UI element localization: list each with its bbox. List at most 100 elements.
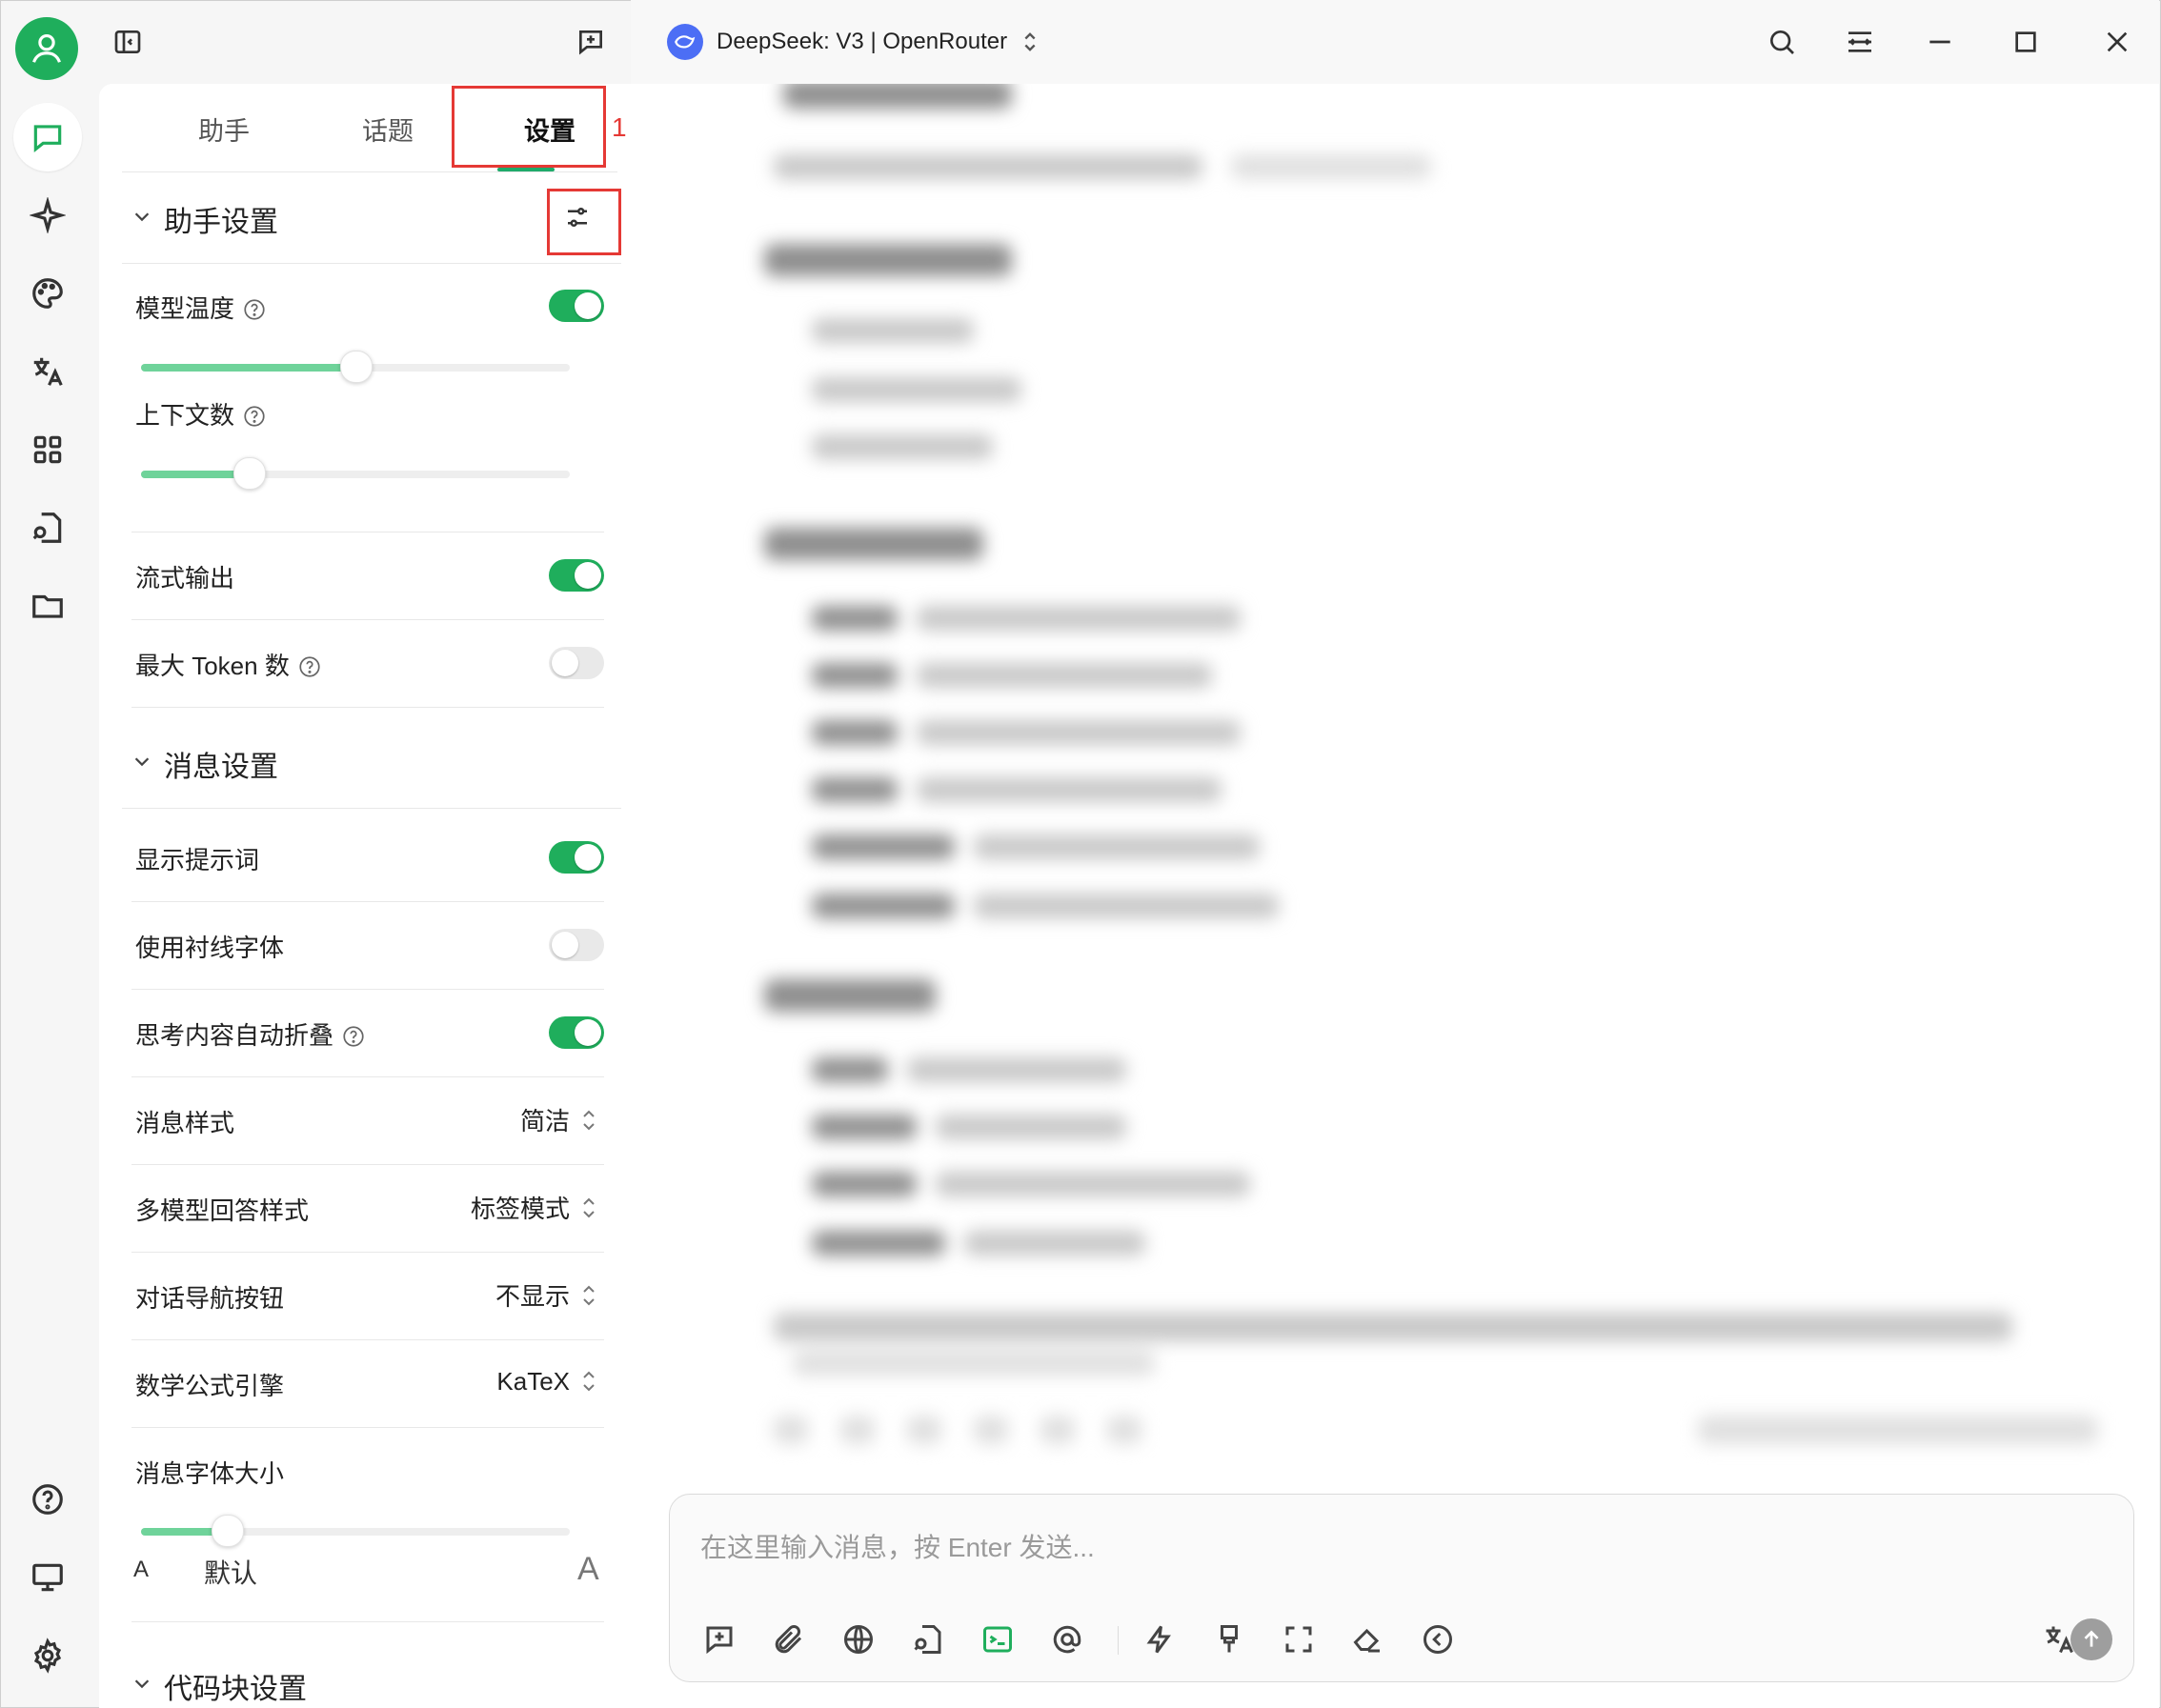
- nav-buttons-row: 对话导航按钮 不显示: [131, 1253, 604, 1340]
- expand-width-icon: [1848, 31, 1871, 52]
- nav-buttons-value: 不显示: [495, 1282, 570, 1311]
- rail-translate-button[interactable]: [13, 337, 82, 406]
- tab-assistants[interactable]: 助手: [198, 111, 250, 148]
- collapse-toolbar-button[interactable]: [1417, 1618, 1459, 1660]
- context-count-label: 上下文数: [135, 401, 235, 430]
- message-input[interactable]: 在这里输入消息，按 Enter 发送...: [700, 1527, 1095, 1565]
- nav-buttons-select[interactable]: 不显示: [495, 1277, 600, 1313]
- help-icon[interactable]: [341, 1024, 366, 1049]
- temperature-toggle[interactable]: [549, 290, 604, 322]
- fullscreen-button[interactable]: [1278, 1618, 1320, 1660]
- help-icon[interactable]: [242, 297, 267, 322]
- slider-thumb[interactable]: [212, 1515, 244, 1547]
- rail-paint-button[interactable]: [13, 259, 82, 328]
- close-icon: [2107, 31, 2128, 52]
- rail-apps-button[interactable]: [13, 415, 82, 484]
- avatar[interactable]: [15, 17, 78, 80]
- deepseek-logo-icon: [667, 24, 703, 60]
- web-search-button[interactable]: [838, 1618, 879, 1660]
- palette-icon: [32, 278, 63, 309]
- select-arrows-icon: [583, 1197, 595, 1217]
- knowledge-base-button[interactable]: [907, 1618, 949, 1660]
- message-style-value: 简洁: [519, 1107, 570, 1135]
- message-style-select[interactable]: 简洁: [520, 1102, 600, 1137]
- blurred-message-content: [631, 84, 2159, 1494]
- assistant-settings-title: 助手设置: [164, 207, 278, 238]
- toggle-knob: [575, 292, 601, 319]
- quick-phrases-button[interactable]: [1139, 1618, 1181, 1660]
- new-topic-tool-button[interactable]: [698, 1618, 740, 1660]
- multi-model-style-value: 标签模式: [470, 1195, 570, 1223]
- select-arrows-icon: [583, 1285, 595, 1305]
- max-tokens-toggle[interactable]: [549, 647, 604, 679]
- stream-output-toggle[interactable]: [549, 559, 604, 592]
- chevron-down-icon: [134, 1679, 150, 1689]
- attach-button[interactable]: [768, 1618, 810, 1660]
- font-size-row: 消息字体大小: [131, 1428, 604, 1515]
- rail-help-button[interactable]: [13, 1465, 82, 1534]
- stream-output-label: 流式输出: [135, 564, 235, 593]
- chevron-left-circle-icon: [1424, 1625, 1452, 1654]
- minimize-icon: [1929, 40, 1950, 44]
- show-prompt-row: 显示提示词: [131, 814, 604, 902]
- font-size-slider[interactable]: [141, 1515, 570, 1547]
- rail-display-button[interactable]: [13, 1543, 82, 1612]
- sidebar-toggle-button[interactable]: [103, 17, 152, 67]
- sidebar-collapse-icon: [114, 30, 141, 53]
- toolbar-divider: [1118, 1626, 1119, 1655]
- rail-knowledge-button[interactable]: [13, 493, 82, 562]
- serif-font-toggle[interactable]: [549, 929, 604, 961]
- brush-icon: [1221, 1625, 1238, 1653]
- chat-icon: [33, 125, 62, 152]
- slider-thumb[interactable]: [232, 457, 266, 490]
- fullscreen-icon: [1285, 1626, 1312, 1653]
- lightning-icon: [1146, 1625, 1171, 1654]
- max-tokens-label: 最大 Token 数: [135, 652, 290, 680]
- auto-collapse-thinking-toggle[interactable]: [549, 1016, 604, 1049]
- font-size-large-label: A: [577, 1551, 599, 1587]
- multi-model-style-row: 多模型回答样式 标签模式: [131, 1165, 604, 1253]
- code-block-settings-header[interactable]: 代码块设置: [122, 1638, 621, 1708]
- close-button[interactable]: [2092, 17, 2142, 67]
- annotation-box-1: [452, 86, 606, 168]
- rail-settings-button[interactable]: [13, 1621, 82, 1690]
- help-icon[interactable]: [242, 404, 267, 429]
- settings-panel: 助手 话题 设置 助手设置 模型温度 上下文数 流式输出 最大 Token 数: [99, 84, 632, 1708]
- maximize-icon: [2015, 31, 2036, 52]
- clear-context-button[interactable]: [1208, 1618, 1250, 1660]
- multi-model-style-select[interactable]: 标签模式: [471, 1190, 600, 1225]
- rail-chat-button[interactable]: [13, 103, 82, 171]
- select-arrows-icon: [1024, 32, 1036, 51]
- maximize-button[interactable]: [2001, 17, 2050, 67]
- folder-icon: [32, 594, 63, 618]
- context-count-slider[interactable]: [141, 457, 570, 490]
- new-topic-button[interactable]: [566, 17, 616, 67]
- minimize-button[interactable]: [1915, 17, 1965, 67]
- max-tokens-row: 最大 Token 数: [131, 620, 604, 708]
- mcp-tools-button[interactable]: [977, 1618, 1019, 1660]
- expand-button[interactable]: [1835, 17, 1885, 67]
- send-button[interactable]: [2070, 1618, 2112, 1660]
- message-settings-header[interactable]: 消息设置: [122, 716, 621, 809]
- clear-messages-button[interactable]: [1347, 1618, 1389, 1660]
- auto-collapse-thinking-label: 思考内容自动折叠: [135, 1021, 334, 1050]
- rail-files-button[interactable]: [13, 572, 82, 640]
- rail-agents-button[interactable]: [13, 181, 82, 250]
- temperature-label: 模型温度: [135, 294, 235, 323]
- terminal-icon: [983, 1626, 1012, 1653]
- search-button[interactable]: [1757, 17, 1807, 67]
- new-chat-icon: [706, 1626, 733, 1655]
- help-circle-icon: [32, 1484, 63, 1515]
- message-input-box: 在这里输入消息，按 Enter 发送...: [669, 1494, 2134, 1682]
- tab-topics[interactable]: 话题: [362, 111, 414, 148]
- math-engine-select[interactable]: KaTeX: [496, 1365, 600, 1397]
- help-icon[interactable]: [297, 654, 322, 679]
- mention-model-button[interactable]: [1046, 1618, 1088, 1660]
- sparkle-icon: [30, 197, 66, 233]
- model-selector[interactable]: DeepSeek: V3 | OpenRouter: [667, 23, 1043, 61]
- show-prompt-toggle[interactable]: [549, 841, 604, 874]
- code-block-settings-title: 代码块设置: [164, 1674, 307, 1705]
- message-style-row: 消息样式 简洁: [131, 1077, 604, 1165]
- monitor-icon: [32, 1563, 63, 1592]
- multi-model-style-label: 多模型回答样式: [135, 1196, 310, 1225]
